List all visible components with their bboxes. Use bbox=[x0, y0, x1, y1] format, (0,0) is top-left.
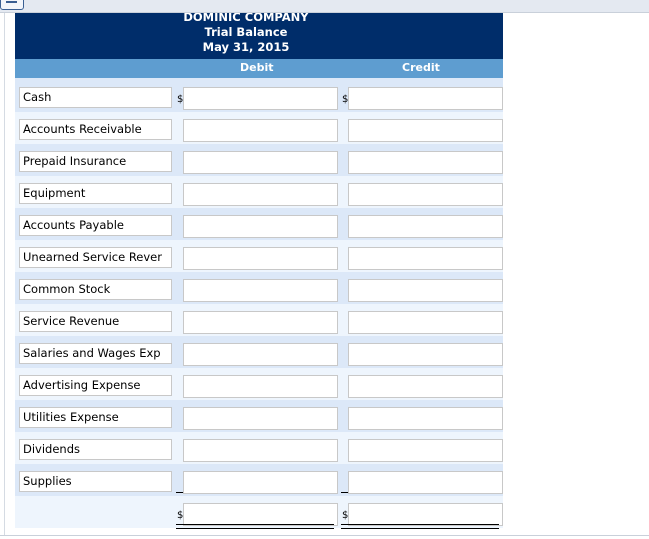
statement-title: Trial Balance bbox=[204, 25, 288, 39]
table-row: Cash $ $ bbox=[15, 78, 503, 112]
account-name-field[interactable]: Accounts Receivable bbox=[19, 119, 172, 140]
account-name-field[interactable]: Prepaid Insurance bbox=[19, 151, 172, 172]
credit-subtotal-underline bbox=[341, 492, 348, 493]
table-row: Accounts Receivable bbox=[15, 112, 503, 144]
statement-header: DOMINIC COMPANY Trial Balance May 31, 20… bbox=[15, 13, 503, 59]
form-icon[interactable] bbox=[0, 0, 24, 10]
account-name-field[interactable]: Unearned Service Rever bbox=[19, 247, 172, 268]
credit-column-header: Credit bbox=[402, 61, 440, 74]
credit-input[interactable] bbox=[348, 247, 503, 270]
trial-balance-form: DOMINIC COMPANY Trial Balance May 31, 20… bbox=[15, 13, 503, 529]
debit-input[interactable] bbox=[183, 471, 338, 494]
account-rows: Cash $ $ Accounts Receivable Prepaid Insuran… bbox=[15, 78, 503, 496]
debit-input[interactable] bbox=[183, 247, 338, 270]
debit-input[interactable] bbox=[183, 407, 338, 430]
debit-total-input[interactable] bbox=[183, 503, 338, 526]
credit-input[interactable] bbox=[348, 87, 503, 110]
debit-input[interactable] bbox=[183, 279, 338, 302]
debit-input[interactable] bbox=[183, 183, 338, 206]
table-row: Common Stock bbox=[15, 272, 503, 304]
table-row: Advertising Expense bbox=[15, 368, 503, 400]
credit-input[interactable] bbox=[348, 343, 503, 366]
table-row: Accounts Payable bbox=[15, 208, 503, 240]
account-name-field[interactable]: Cash bbox=[19, 87, 172, 108]
debit-input[interactable] bbox=[183, 215, 338, 238]
company-name: DOMINIC COMPANY bbox=[183, 13, 309, 24]
debit-subtotal-underline bbox=[176, 492, 183, 493]
credit-input[interactable] bbox=[348, 311, 503, 334]
table-row: Prepaid Insurance bbox=[15, 144, 503, 176]
debit-input[interactable] bbox=[183, 311, 338, 334]
debit-total-double-underline bbox=[176, 524, 334, 529]
credit-total-double-underline bbox=[341, 524, 499, 529]
credit-input[interactable] bbox=[348, 215, 503, 238]
table-row: Unearned Service Rever bbox=[15, 240, 503, 272]
account-name-field[interactable]: Common Stock bbox=[19, 279, 172, 300]
credit-input[interactable] bbox=[348, 375, 503, 398]
credit-input[interactable] bbox=[348, 151, 503, 174]
column-headers: Debit Credit bbox=[15, 59, 503, 78]
credit-input[interactable] bbox=[348, 279, 503, 302]
account-name-field[interactable]: Service Revenue bbox=[19, 311, 172, 332]
statement-date: May 31, 2015 bbox=[202, 40, 290, 54]
account-name-field[interactable]: Equipment bbox=[19, 183, 172, 204]
account-name-field[interactable]: Advertising Expense bbox=[19, 375, 172, 396]
debit-input[interactable] bbox=[183, 343, 338, 366]
debit-input[interactable] bbox=[183, 87, 338, 110]
debit-column-header: Debit bbox=[240, 61, 274, 74]
credit-input[interactable] bbox=[348, 119, 503, 142]
credit-total-input[interactable] bbox=[348, 503, 503, 526]
table-row: Dividends bbox=[15, 432, 503, 464]
account-name-field[interactable]: Utilities Expense bbox=[19, 407, 172, 428]
table-row: Utilities Expense bbox=[15, 400, 503, 432]
debit-input[interactable] bbox=[183, 375, 338, 398]
totals-row: $ $ bbox=[15, 496, 503, 529]
debit-input[interactable] bbox=[183, 119, 338, 142]
bottom-border bbox=[0, 535, 649, 536]
account-name-field[interactable]: Supplies bbox=[19, 471, 172, 492]
account-name-field[interactable]: Salaries and Wages Exp bbox=[19, 343, 172, 364]
credit-input[interactable] bbox=[348, 471, 503, 494]
debit-input[interactable] bbox=[183, 439, 338, 462]
left-border bbox=[4, 13, 5, 536]
account-name-field[interactable]: Dividends bbox=[19, 439, 172, 460]
account-name-field[interactable]: Accounts Payable bbox=[19, 215, 172, 236]
top-toolbar bbox=[0, 0, 649, 13]
credit-input[interactable] bbox=[348, 183, 503, 206]
credit-input[interactable] bbox=[348, 439, 503, 462]
table-row: Service Revenue bbox=[15, 304, 503, 336]
table-row: Supplies bbox=[15, 464, 503, 496]
debit-input[interactable] bbox=[183, 151, 338, 174]
table-row: Equipment bbox=[15, 176, 503, 208]
table-row: Salaries and Wages Exp bbox=[15, 336, 503, 368]
credit-input[interactable] bbox=[348, 407, 503, 430]
